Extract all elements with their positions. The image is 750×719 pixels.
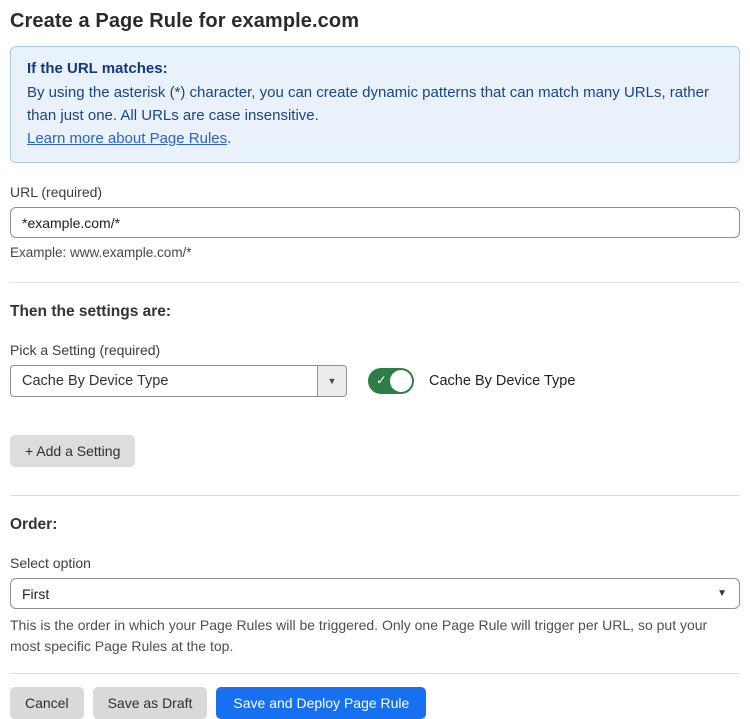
chevron-down-icon: ▼ bbox=[717, 589, 727, 599]
divider-footer bbox=[10, 673, 740, 674]
pick-setting-label: Pick a Setting (required) bbox=[10, 342, 740, 358]
add-setting-button[interactable]: + Add a Setting bbox=[10, 435, 135, 467]
cache-device-type-toggle[interactable]: ✓ bbox=[368, 368, 414, 394]
toggle-label: Cache By Device Type bbox=[429, 373, 575, 389]
info-box-heading: If the URL matches: bbox=[27, 57, 723, 80]
settings-section-heading: Then the settings are: bbox=[10, 303, 740, 321]
info-box-link-line: Learn more about Page Rules. bbox=[27, 127, 723, 150]
order-help-text: This is the order in which your Page Rul… bbox=[10, 615, 740, 657]
save-and-deploy-button[interactable]: Save and Deploy Page Rule bbox=[216, 687, 426, 719]
save-as-draft-button[interactable]: Save as Draft bbox=[93, 687, 208, 719]
order-section-heading: Order: bbox=[10, 516, 740, 534]
check-icon: ✓ bbox=[376, 373, 387, 389]
url-field-label: URL (required) bbox=[10, 184, 740, 200]
url-input[interactable] bbox=[10, 207, 740, 238]
link-suffix: . bbox=[227, 130, 231, 147]
divider-order bbox=[10, 495, 740, 496]
order-select-label: Select option bbox=[10, 555, 740, 571]
footer-actions: Cancel Save as Draft Save and Deploy Pag… bbox=[10, 687, 740, 719]
order-select-value: First bbox=[22, 586, 717, 602]
page-title: Create a Page Rule for example.com bbox=[10, 10, 740, 33]
divider-settings bbox=[10, 282, 740, 283]
toggle-knob bbox=[390, 370, 412, 392]
page-rule-form: Create a Page Rule for example.com If th… bbox=[0, 0, 750, 719]
chevron-down-icon: ▼ bbox=[328, 377, 337, 386]
url-match-info-box: If the URL matches: By using the asteris… bbox=[10, 46, 740, 163]
setting-picker-dropdown[interactable]: Cache By Device Type ▼ bbox=[10, 365, 347, 397]
setting-picker-value: Cache By Device Type bbox=[11, 366, 317, 396]
setting-picker-arrow-button[interactable]: ▼ bbox=[317, 366, 346, 396]
order-select-dropdown[interactable]: First ▼ bbox=[10, 578, 740, 609]
info-box-body: By using the asterisk (*) character, you… bbox=[27, 81, 723, 127]
url-example-text: Example: www.example.com/* bbox=[10, 245, 740, 260]
learn-more-link[interactable]: Learn more about Page Rules bbox=[27, 130, 227, 147]
setting-row: Cache By Device Type ▼ ✓ Cache By Device… bbox=[10, 365, 740, 397]
cancel-button[interactable]: Cancel bbox=[10, 687, 84, 719]
